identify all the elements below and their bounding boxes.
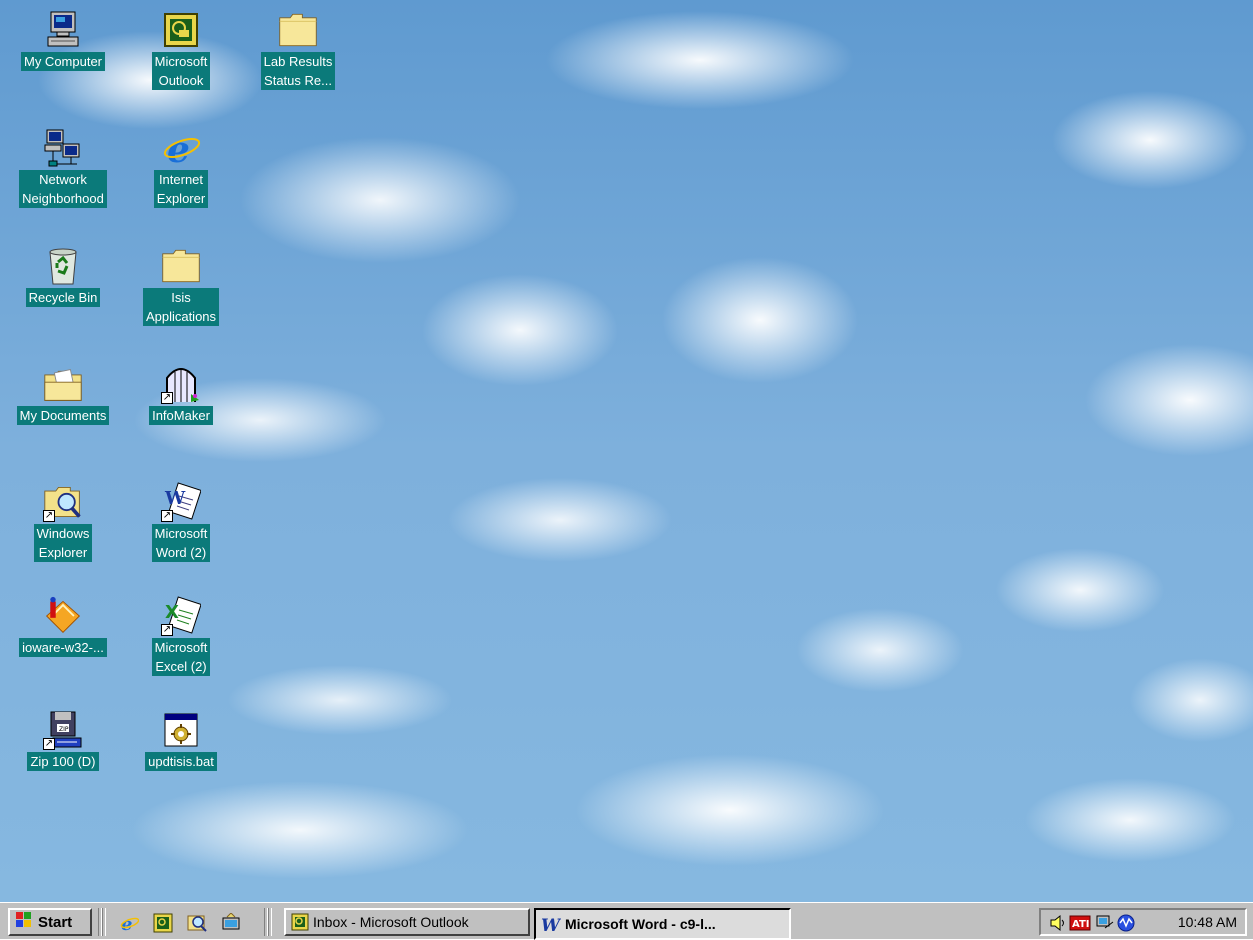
folder-icon <box>278 10 318 50</box>
icon-label: Isis Applications <box>142 288 220 326</box>
svg-text:ZIP: ZIP <box>59 726 69 733</box>
taskbar: Start e Inbox - Microsoft Outlook W Micr… <box>0 902 1253 940</box>
desktop-icon-my-documents[interactable]: My Documents <box>5 364 121 425</box>
ati-icon[interactable]: ATI <box>1069 914 1091 936</box>
task-label: Inbox - Microsoft Outlook <box>313 914 469 930</box>
quicklaunch-desktop-icon[interactable] <box>220 912 242 934</box>
icon-label: ioware-w32-... <box>19 638 107 657</box>
desktop[interactable]: My Computer Network Neighborhood Recycle… <box>0 0 1253 902</box>
system-tray: ATI 10:48 AM <box>1039 908 1247 936</box>
desktop-icon-microsoft-outlook[interactable]: Microsoft Outlook <box>123 10 239 90</box>
shortcut-arrow-icon: ↗ <box>43 738 55 750</box>
shortcut-arrow-icon: ↗ <box>43 510 55 522</box>
desktop-icon-ioware[interactable]: ioware-w32-... <box>5 596 121 657</box>
quicklaunch-search-icon[interactable] <box>186 912 208 934</box>
svg-text:W: W <box>541 916 561 933</box>
ie-icon: e <box>161 128 201 168</box>
network-icon <box>43 128 83 168</box>
taskbar-separator <box>268 908 272 936</box>
desktop-icon-windows-explorer[interactable]: ↗ Windows Explorer <box>5 482 121 562</box>
computer-icon <box>43 10 83 50</box>
task-label: Microsoft Word - c9-l... <box>565 916 716 932</box>
shortcut-arrow-icon: ↗ <box>161 510 173 522</box>
start-button[interactable]: Start <box>8 908 92 936</box>
icon-label: Network Neighborhood <box>19 170 107 208</box>
icon-label: Windows Explorer <box>33 524 93 562</box>
desktop-icon-internet-explorer[interactable]: e Internet Explorer <box>123 128 239 208</box>
icon-label: updtisis.bat <box>145 752 217 771</box>
shortcut-arrow-icon: ↗ <box>161 624 173 636</box>
windows-logo-icon <box>14 911 34 933</box>
excel-icon: X ↗ <box>161 596 201 636</box>
zip-drive-icon: ZIP ↗ <box>43 710 83 750</box>
quicklaunch-ie-icon[interactable]: e <box>118 912 140 934</box>
realplayer-icon[interactable] <box>1117 914 1135 936</box>
start-label: Start <box>38 913 73 931</box>
icon-label: Microsoft Excel (2) <box>151 638 211 676</box>
svg-text:X: X <box>165 602 179 623</box>
icon-label: My Computer <box>20 52 106 71</box>
svg-text:ATI: ATI <box>1072 919 1090 930</box>
clock[interactable]: 10:48 AM <box>1178 914 1237 930</box>
icon-label: My Documents <box>16 406 110 425</box>
speaker-icon[interactable] <box>1049 914 1067 936</box>
desktop-icon-updtisis-bat[interactable]: updtisis.bat <box>123 710 239 771</box>
documents-folder-icon <box>43 364 83 404</box>
infomaker-icon: ↗ <box>161 364 201 404</box>
word-icon: W ↗ <box>161 482 201 522</box>
taskbar-separator <box>102 908 106 936</box>
icon-label: Microsoft Outlook <box>151 52 211 90</box>
task-button-outlook-inbox[interactable]: Inbox - Microsoft Outlook <box>284 908 530 936</box>
svg-text:W: W <box>164 488 186 509</box>
desktop-icon-isis-applications[interactable]: Isis Applications <box>123 246 239 326</box>
task-button-microsoft-word[interactable]: W Microsoft Word - c9-l... <box>534 908 791 940</box>
icon-label: Microsoft Word (2) <box>151 524 211 562</box>
outlook-icon <box>161 10 201 50</box>
desktop-icon-infomaker[interactable]: ↗ InfoMaker <box>123 364 239 425</box>
folder-icon <box>161 246 201 286</box>
desktop-icon-zip-100[interactable]: ZIP ↗ Zip 100 (D) <box>5 710 121 771</box>
desktop-icon-microsoft-word[interactable]: W ↗ Microsoft Word (2) <box>123 482 239 562</box>
ioware-icon <box>43 596 83 636</box>
recycle-bin-icon <box>43 246 83 286</box>
batch-file-icon <box>161 710 201 750</box>
desktop-icon-network-neighborhood[interactable]: Network Neighborhood <box>5 128 121 208</box>
icon-label: Recycle Bin <box>25 288 101 307</box>
explorer-icon: ↗ <box>43 482 83 522</box>
desktop-icon-lab-results[interactable]: Lab Results Status Re... <box>240 10 356 90</box>
svg-text:e: e <box>167 129 190 168</box>
icon-label: Lab Results Status Re... <box>260 52 336 90</box>
network-monitor-icon[interactable] <box>1095 914 1115 936</box>
desktop-icon-my-computer[interactable]: My Computer <box>5 10 121 71</box>
desktop-icon-recycle-bin[interactable]: Recycle Bin <box>5 246 121 307</box>
word-icon: W <box>541 915 561 933</box>
shortcut-arrow-icon: ↗ <box>161 392 173 404</box>
outlook-icon <box>291 913 309 931</box>
desktop-icon-microsoft-excel[interactable]: X ↗ Microsoft Excel (2) <box>123 596 239 676</box>
icon-label: InfoMaker <box>149 406 213 425</box>
quicklaunch-outlook-icon[interactable] <box>152 912 174 934</box>
icon-label: Zip 100 (D) <box>27 752 99 771</box>
icon-label: Internet Explorer <box>153 170 209 208</box>
